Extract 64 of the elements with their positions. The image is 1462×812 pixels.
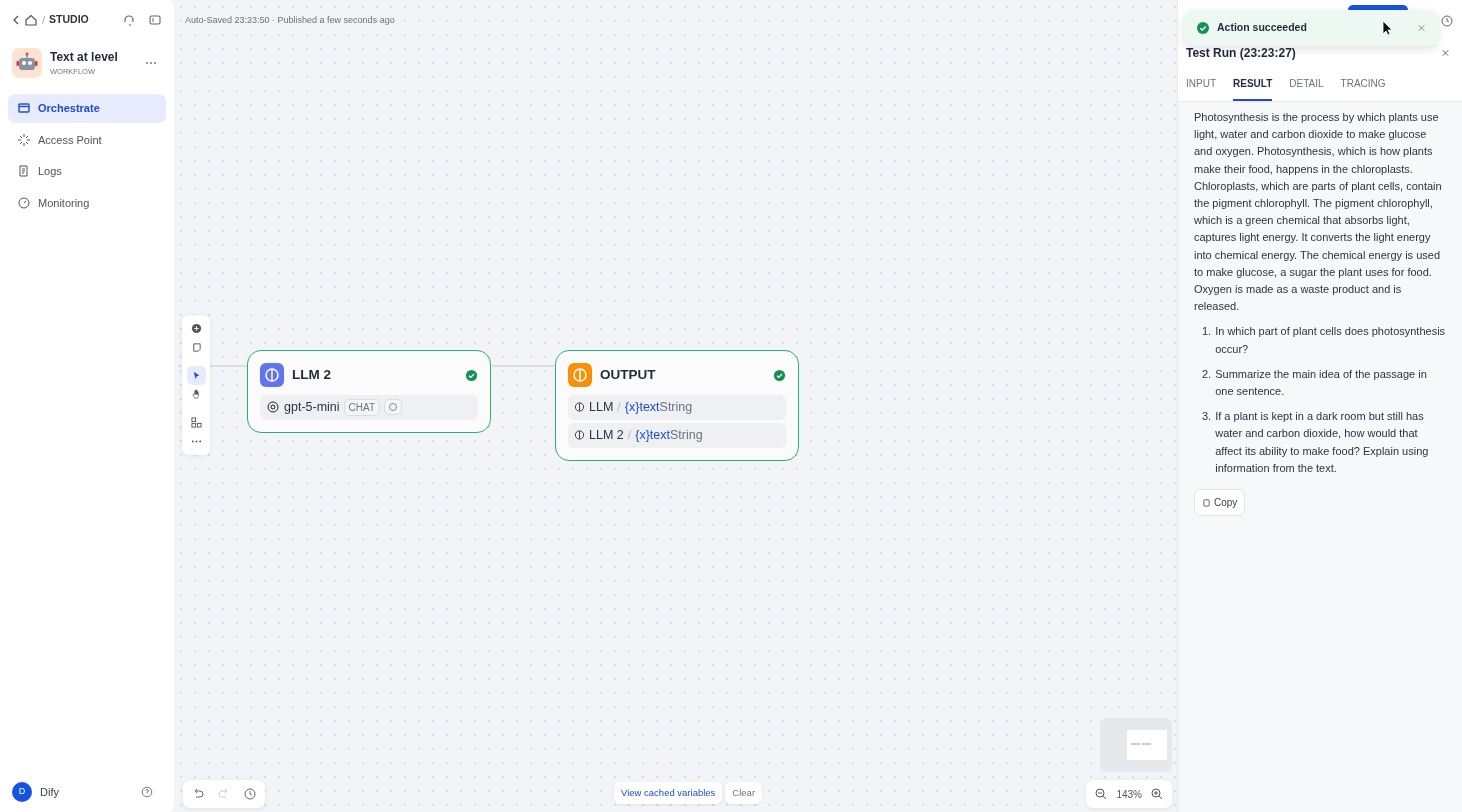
save-status: Auto-Saved 23:23:50 · Published a few seconds ago bbox=[185, 14, 395, 27]
tab[interactable]: TRACING bbox=[1340, 76, 1386, 101]
variable-type: String bbox=[670, 426, 703, 444]
gauge-icon bbox=[17, 195, 31, 210]
path-separator: / bbox=[617, 399, 621, 416]
question-text: Summarize the main idea of the passage in one sentence. bbox=[1215, 366, 1428, 400]
brain-icon bbox=[260, 363, 284, 387]
node-title: LLM 2 bbox=[292, 365, 331, 384]
model-mode: CHAT bbox=[343, 398, 381, 416]
node-card[interactable]: OUTPUT LLM / {x}textString LLM 2 / {x}textString bbox=[555, 350, 799, 461]
app-name: Text at level bbox=[50, 49, 118, 67]
flag-icon bbox=[568, 363, 592, 387]
question-text: In which part of plant cells does photosynthesis occur? bbox=[1215, 324, 1446, 357]
list-number: 3. bbox=[1202, 409, 1212, 425]
variable-type: String bbox=[659, 399, 693, 416]
nav-item[interactable]: Orchestrate bbox=[8, 94, 166, 123]
model-icon bbox=[266, 400, 280, 415]
list-number: 1. bbox=[1202, 324, 1212, 340]
window-icon bbox=[17, 101, 31, 116]
question-text: If a plant is kept in a dark room but still has water and carbon dioxide, how would that affect its ability to make food? Explain using information from the text. bbox=[1215, 409, 1430, 476]
robot-icon bbox=[12, 48, 42, 78]
user-avatar[interactable]: D bbox=[12, 782, 32, 802]
minimap-viewport-icon bbox=[1127, 730, 1167, 760]
variable-name: {x}text bbox=[635, 426, 670, 444]
variable-name: {x}text bbox=[624, 399, 660, 416]
clear-button[interactable]: Clear bbox=[725, 781, 763, 804]
sparkle-icon bbox=[17, 132, 31, 147]
list-number: 2. bbox=[1202, 366, 1212, 382]
success-icon bbox=[1196, 21, 1210, 35]
headset-icon[interactable] bbox=[122, 13, 136, 27]
history-icon[interactable] bbox=[1440, 14, 1454, 28]
model-name: gpt-5-mini bbox=[284, 399, 340, 416]
success-icon bbox=[465, 368, 478, 382]
node-title: OUTPUT bbox=[600, 365, 656, 384]
clipboard-icon bbox=[1202, 498, 1211, 508]
help-icon[interactable] bbox=[140, 785, 154, 799]
user-name[interactable]: Dify bbox=[40, 783, 59, 801]
path-separator: / bbox=[627, 426, 632, 444]
tab[interactable]: INPUT bbox=[1186, 76, 1216, 101]
toast-message: Action succeeded bbox=[1217, 20, 1307, 36]
variable-source: LLM 2 bbox=[589, 426, 624, 444]
cached-variables-link[interactable]: View cached variables bbox=[614, 781, 723, 804]
back-icon[interactable] bbox=[12, 13, 20, 27]
sidebar-toggle-icon[interactable] bbox=[148, 13, 162, 27]
document-icon bbox=[17, 164, 31, 179]
home-icon[interactable] bbox=[24, 13, 38, 27]
nav-item[interactable]: Monitoring bbox=[8, 188, 166, 217]
nav-item[interactable]: Logs bbox=[8, 157, 166, 186]
zoom-level[interactable]: 143% bbox=[1116, 786, 1142, 802]
nav-item[interactable]: Access Point bbox=[8, 125, 166, 154]
variable-source: LLM bbox=[589, 399, 614, 416]
node-icon bbox=[574, 428, 585, 443]
node-icon bbox=[574, 400, 585, 415]
copy-button[interactable]: Copy bbox=[1194, 489, 1246, 517]
settings-icon[interactable] bbox=[384, 399, 403, 416]
breadcrumb-separator: / bbox=[42, 12, 46, 28]
cursor-icon bbox=[1382, 20, 1394, 36]
tab[interactable]: DETAIL bbox=[1289, 76, 1324, 101]
result-paragraph: Photosynthesis is the process by which plants use light, water and carbon dioxide to make glucose and oxygen. Photosynthesis, which is how plants make their food, happens in the chloroplasts. Chloroplasts, which are parts of plant cells, contain the pigment chlorophyll. The pigment chlorophyll, which is a green chemical that absorbs light, captures light energy. It converts the light energy into chemical energy. The chemical energy is used to make glucose, a sugar the plant uses for food. Oxygen is made as a waste product and is released. bbox=[1194, 110, 1443, 315]
panel-title: Test Run (23:23:27) bbox=[1186, 45, 1296, 62]
node-card[interactable]: LLM 2 gpt-5-mini CHAT bbox=[247, 350, 491, 433]
success-icon bbox=[773, 368, 786, 382]
pointer-icon[interactable] bbox=[186, 366, 206, 385]
breadcrumb-section[interactable]: STUDIO bbox=[49, 12, 89, 28]
